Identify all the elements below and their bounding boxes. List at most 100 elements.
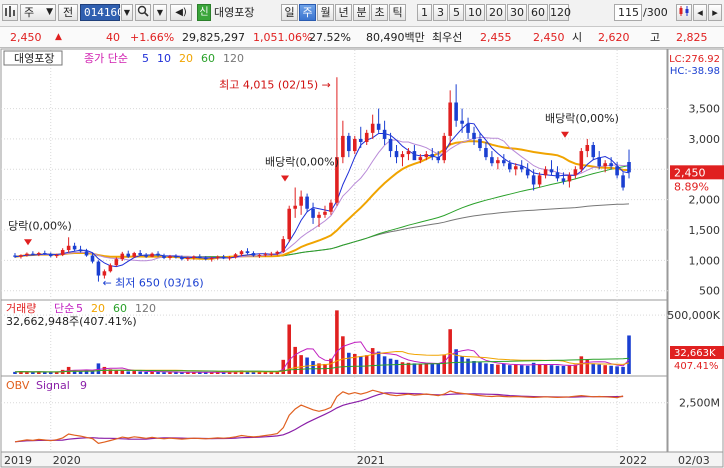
candle-body [555,172,560,179]
period-button-6[interactable]: 틱 [389,4,406,21]
volume-bar [472,361,476,374]
stock-label: 대영포장 [14,52,54,65]
candle-body [609,163,613,167]
count-button-3[interactable]: 3 [433,4,448,21]
dividend-label-2: 배당락(0,00%) [545,112,619,125]
count-button-30[interactable]: 30 [507,4,527,21]
price-legend-item-1: 5 [142,52,149,65]
candle-body [19,255,23,257]
volume-legend-item-0: 거래량 [6,302,36,315]
count-button-10[interactable]: 10 [465,4,485,21]
volume-bar [490,363,494,374]
candle-body [472,132,476,139]
candle-body [412,151,417,161]
candle-body [376,123,381,130]
candle-body [341,135,345,158]
stock-chart[interactable]: 3,5003,0002,5002,0001,5001,0005002019202… [0,48,724,468]
candle-body [382,129,387,139]
count-button-5[interactable]: 5 [449,4,464,21]
display-count-input[interactable]: 115 [614,4,642,21]
search-icon[interactable] [135,4,151,21]
candle-body [31,253,35,255]
count-button-20[interactable]: 20 [486,4,506,21]
period-button-3[interactable]: 년 [335,4,352,21]
candle-body [353,138,357,152]
chart-icon[interactable] [2,4,18,21]
candle-icon[interactable] [676,4,692,21]
obv-tick-0: 2,500M [679,397,720,410]
volume-bar [525,365,530,374]
candle-body [388,138,393,152]
candle-body [281,239,286,252]
candle-body [90,255,95,262]
candle-body [48,253,53,257]
period-button-4[interactable]: 분 [353,4,370,21]
candle-body [549,169,554,173]
best-quote-label: 최우선 [432,31,463,44]
prev-icon[interactable]: ◂ [693,4,707,21]
count-button-120[interactable]: 120 [549,4,571,21]
candle-body [156,253,160,256]
credit-badge: 신 [197,4,211,21]
candle-body [543,169,548,176]
volume-tick-0: 500,000K [667,309,720,322]
period-button-0[interactable]: 일 [281,4,298,21]
candle-body [406,151,411,155]
volume-bar [508,365,512,374]
volume-legend-item-2: 5 [76,302,83,315]
candle-body [400,154,405,158]
candle-body [257,254,262,256]
volume-value: 29,825,297 [182,31,245,44]
volume-tag-pct: 407.41% [674,361,719,372]
volume-bar [394,359,399,374]
volume-bar [579,356,584,374]
candle-body [603,163,607,167]
price-tick-4: 1,500 [689,224,721,237]
high-price: 2,825 [676,31,708,44]
candle-body [13,255,17,257]
market-select[interactable]: 주 ▼ [20,4,56,21]
dropdown-icon[interactable]: ▼ [121,4,133,21]
candle-body [198,256,202,258]
view-mode-button[interactable]: 전 [58,4,78,21]
period-button-5[interactable]: 초 [371,4,388,21]
price-tick-1: 3,000 [689,133,721,146]
code-history-dropdown[interactable]: ▼ [153,4,167,21]
candle-body [311,208,315,218]
volume-bar [412,363,417,374]
volume-bar [609,365,613,374]
volume-bar [418,363,423,374]
volume-tag: 32,663K [674,348,716,359]
open-price: 2,620 [598,31,630,44]
volume-bar [537,363,542,374]
speaker-icon[interactable]: ◀) [170,4,192,21]
time-tick-0: 2019 [4,454,32,467]
current-price: 2,450 [10,31,42,44]
candle-body [454,102,458,121]
candle-body [221,256,226,259]
toolbar: 주 ▼ 전 014160 ▼ ▼ ◀) 신 대영포장 115 /300 ◂ ▸ 일… [0,0,724,27]
count-button-60[interactable]: 60 [528,4,548,21]
volume-bar [311,361,315,374]
period-button-2[interactable]: 월 [317,4,334,21]
candle-body [567,175,572,182]
candle-body [233,254,238,258]
candle-body [466,123,470,133]
volume-bar [502,363,506,374]
candle-body [215,256,220,258]
volume-bar [388,358,393,374]
stock-code-input[interactable]: 014160 [80,4,124,21]
candle-body [394,151,399,158]
volume-bar [376,351,381,374]
next-icon[interactable]: ▸ [708,4,722,21]
price-tick-3: 2,000 [689,194,721,207]
volume-bar [549,365,554,374]
volume-bar [561,365,566,374]
candle-body [621,175,625,188]
candle-body [245,251,250,254]
count-button-1[interactable]: 1 [417,4,432,21]
volume-bar [543,364,548,374]
candle-body [347,135,351,152]
period-button-1[interactable]: 주 [299,4,316,21]
volume-bar [466,358,470,374]
